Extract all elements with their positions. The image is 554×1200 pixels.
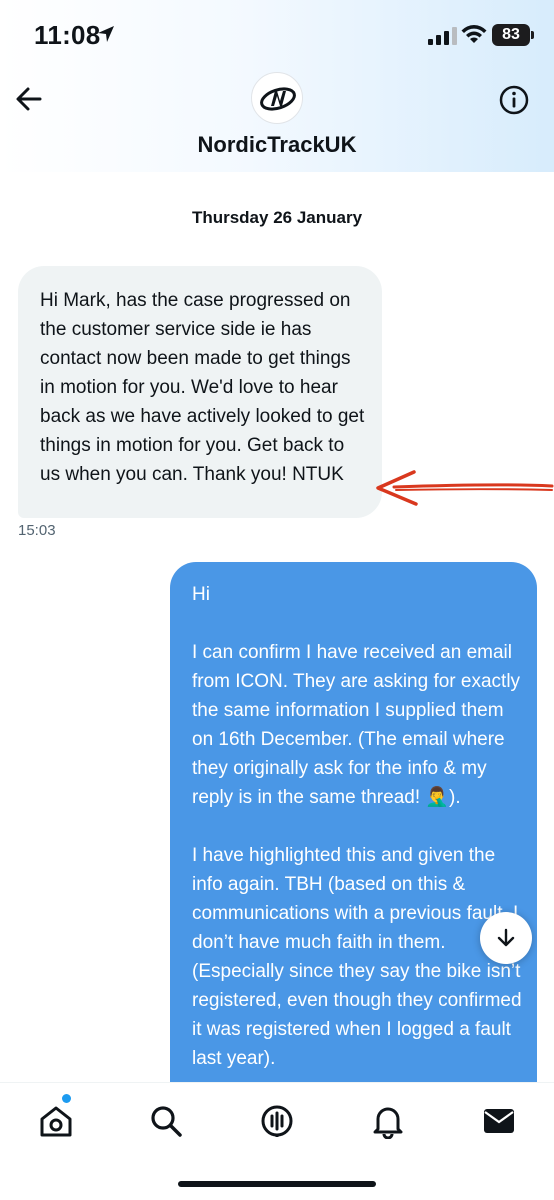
contact-name[interactable]: NordicTrackUK — [0, 132, 554, 158]
date-divider: Thursday 26 January — [191, 208, 363, 227]
home-icon[interactable] — [38, 1103, 74, 1139]
bell-icon[interactable] — [370, 1103, 406, 1139]
home-indicator[interactable] — [178, 1181, 376, 1187]
battery-indicator: 83 — [492, 24, 530, 46]
info-circle-icon[interactable] — [498, 84, 530, 116]
arrow-down-icon — [497, 928, 515, 947]
outgoing-message-bubble[interactable]: Hi I can confirm I have received an emai… — [170, 562, 537, 1122]
search-icon[interactable] — [148, 1103, 184, 1139]
incoming-message-text: Hi Mark, has the case progressed on the … — [40, 290, 365, 485]
avatar[interactable] — [251, 72, 303, 124]
spaces-microphone-icon[interactable] — [259, 1103, 295, 1139]
status-time: 11:08 — [34, 20, 101, 50]
message-timestamp: 15:03 — [18, 522, 56, 539]
home-notification-dot — [62, 1094, 71, 1103]
incoming-message-bubble[interactable]: Hi Mark, has the case progressed on the … — [18, 266, 382, 518]
battery-cap — [531, 31, 534, 39]
status-bar: 11:08 83 — [0, 0, 554, 70]
scroll-to-bottom-button[interactable] — [480, 912, 532, 964]
nordictrack-logo — [260, 87, 296, 111]
envelope-icon[interactable] — [481, 1103, 517, 1139]
wifi-icon — [461, 25, 487, 43]
battery-level: 83 — [502, 26, 520, 43]
location-arrow-icon — [98, 26, 114, 42]
arrow-left-icon[interactable] — [14, 84, 44, 114]
cellular-signal-icon — [428, 27, 457, 45]
outgoing-message-text: Hi I can confirm I have received an emai… — [192, 584, 522, 1069]
red-arrow-annotation — [376, 470, 554, 506]
